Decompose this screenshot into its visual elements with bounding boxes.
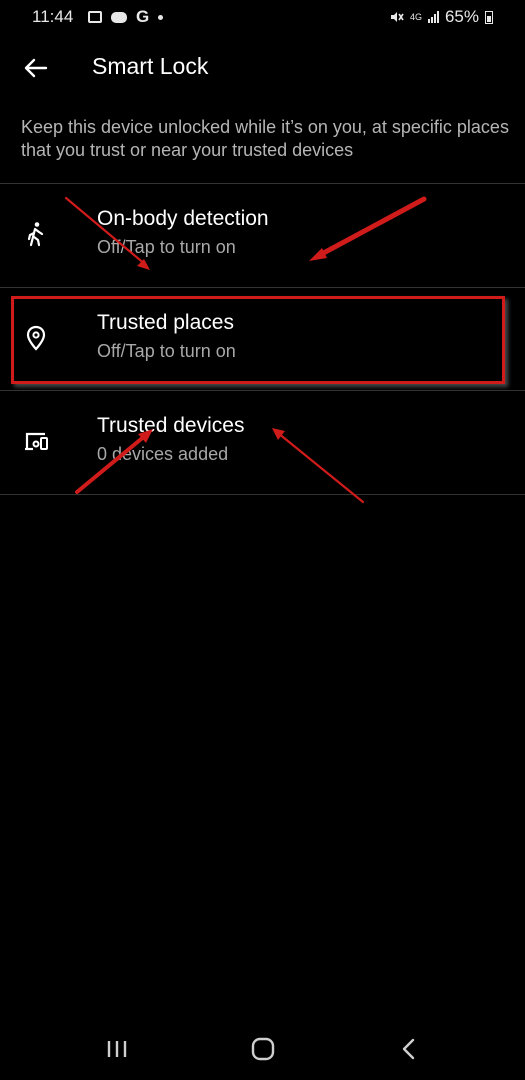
- item-title: On-body detection: [97, 207, 269, 230]
- back-arrow-icon[interactable]: [22, 54, 50, 82]
- navigation-bar: [0, 1018, 525, 1080]
- notification-dot-icon: [158, 14, 164, 20]
- status-bar: 11:44 G 4G 65%: [0, 0, 525, 34]
- recents-icon[interactable]: [100, 1032, 134, 1066]
- app-bar: Smart Lock: [0, 34, 525, 100]
- devices-icon: [25, 432, 48, 451]
- google-g-icon: G: [136, 7, 150, 26]
- gallery-icon: [88, 11, 102, 23]
- page-title: Smart Lock: [92, 53, 209, 79]
- on-body-detection-item[interactable]: On-body detection Off/Tap to turn on: [0, 184, 525, 287]
- walking-person-icon: [27, 222, 44, 247]
- smart-lock-description: Keep this device unlocked while it’s on …: [21, 117, 509, 160]
- item-subtitle: Off/Tap to turn on: [97, 237, 236, 257]
- item-subtitle: 0 devices added: [97, 444, 229, 464]
- item-title: Trusted devices: [97, 414, 245, 437]
- network-4g-icon: 4G: [409, 11, 422, 22]
- home-icon[interactable]: [246, 1032, 280, 1066]
- status-right-icons: 4G 65%: [388, 7, 493, 27]
- battery-percent: 65%: [444, 7, 479, 26]
- back-icon[interactable]: [392, 1032, 426, 1066]
- divider: [0, 494, 525, 495]
- status-left-icons: G: [88, 7, 164, 27]
- highlight-box: [11, 296, 505, 384]
- trusted-devices-item[interactable]: Trusted devices 0 devices added: [0, 391, 525, 494]
- battery-icon: [485, 10, 493, 24]
- mute-icon: [390, 12, 404, 22]
- signal-icon: [427, 11, 439, 23]
- status-time: 11:44: [32, 7, 74, 26]
- game-icon: [111, 11, 127, 23]
- annotation-arrows: [64, 196, 427, 504]
